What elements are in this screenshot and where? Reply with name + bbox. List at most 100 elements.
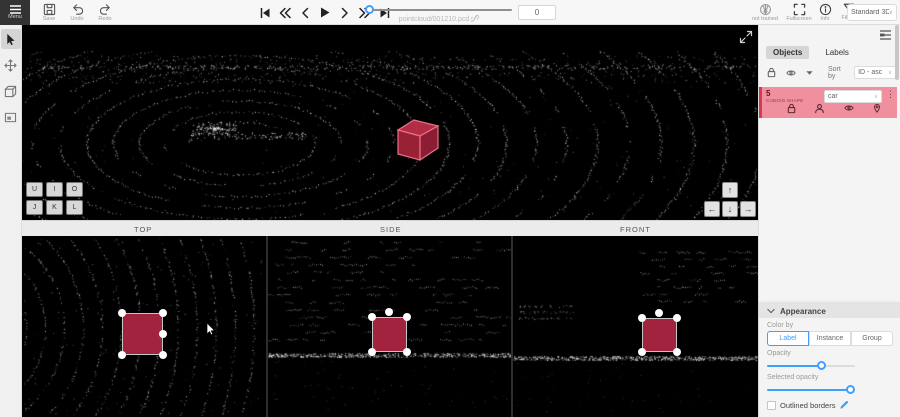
slider-fill xyxy=(767,365,822,367)
bbox-handle[interactable] xyxy=(673,348,681,356)
bbox-handle[interactable] xyxy=(159,330,167,338)
nav-right-button[interactable]: → xyxy=(740,201,756,217)
panel-tabs: Objects Labels xyxy=(766,44,856,60)
timeline-handle[interactable] xyxy=(365,5,374,14)
sort-select[interactable]: ID - asc ∨ xyxy=(854,66,896,79)
front-view-panel[interactable] xyxy=(513,236,758,417)
nav-up-button[interactable]: ↑ xyxy=(722,182,738,198)
bbox-handle[interactable] xyxy=(159,309,167,317)
key-j[interactable]: J xyxy=(26,200,43,215)
pointer-icon xyxy=(5,33,17,46)
side-view-panel[interactable] xyxy=(268,236,511,417)
top-toolbar: Menu Save Undo Redo xyxy=(0,0,900,25)
panel-menu-icon[interactable] xyxy=(879,29,892,41)
key-k[interactable]: K xyxy=(46,200,63,215)
bbox-handle[interactable] xyxy=(403,313,411,321)
bbox-handle[interactable] xyxy=(368,313,376,321)
cuboid-tool[interactable] xyxy=(1,81,21,101)
outlined-borders-checkbox[interactable] xyxy=(767,401,776,410)
brain-icon xyxy=(759,3,772,16)
object-author-icon[interactable] xyxy=(814,103,825,114)
side-view-label: SIDE xyxy=(380,225,402,234)
frame-number-input[interactable] xyxy=(518,5,556,20)
nav-left-button[interactable]: ← xyxy=(704,201,720,217)
selected-opacity-slider[interactable] xyxy=(767,386,855,394)
bbox-handle[interactable] xyxy=(118,309,126,317)
selected-cuboid-3d[interactable] xyxy=(393,110,443,164)
appearance-header[interactable]: Appearance xyxy=(759,304,900,318)
side-view-bbox[interactable] xyxy=(372,317,407,352)
select-tool[interactable] xyxy=(1,29,21,49)
slider-fill xyxy=(767,389,851,391)
bbox-handle[interactable] xyxy=(673,314,681,322)
fullscreen-button[interactable]: Fullscreen xyxy=(784,0,814,25)
expand-all-icon[interactable] xyxy=(805,69,814,77)
undo-button[interactable]: Undo xyxy=(64,0,90,25)
object-class-select[interactable]: car ∨ xyxy=(824,90,882,103)
opacity-slider[interactable] xyxy=(767,362,855,370)
prev-frame-button[interactable] xyxy=(298,6,311,19)
front-view-canvas[interactable] xyxy=(513,236,758,417)
save-label: Save xyxy=(43,17,56,23)
outlined-borders-row: Outlined borders xyxy=(767,400,900,410)
bbox-handle[interactable] xyxy=(118,351,126,359)
object-actions xyxy=(786,103,882,114)
opacity-slider-handle[interactable] xyxy=(817,361,826,370)
bbox-handle[interactable] xyxy=(638,348,646,356)
view-mode-select[interactable]: Standard 3D ∨ xyxy=(847,4,897,21)
visibility-all-icon[interactable] xyxy=(785,68,797,78)
next-frame-button[interactable] xyxy=(338,6,351,19)
not-trained-button[interactable]: not trained xyxy=(748,0,782,25)
move-tool[interactable] xyxy=(1,55,21,75)
key-o[interactable]: O xyxy=(66,182,83,197)
expand-view-icon[interactable] xyxy=(739,30,753,44)
filename-text: pointcloud/001210.pcd xyxy=(399,16,469,23)
menu-button[interactable]: Menu xyxy=(0,0,30,25)
color-by-label-button[interactable]: Label xyxy=(767,331,809,346)
bbox-handle[interactable] xyxy=(655,309,663,317)
fast-backward-button[interactable] xyxy=(278,6,291,19)
lock-all-icon[interactable] xyxy=(766,67,777,78)
tab-labels[interactable]: Labels xyxy=(818,46,856,59)
top-view-bbox[interactable] xyxy=(122,313,163,355)
info-button[interactable]: Info xyxy=(812,0,838,25)
main-3d-viewport[interactable]: U I O J K L ↑ ← ↓ → xyxy=(22,25,758,220)
save-button[interactable]: Save xyxy=(36,0,62,25)
bbox-handle[interactable] xyxy=(638,314,646,322)
object-row[interactable]: 5 CUBOID SHAPE car ∨ ⋮ xyxy=(759,87,897,118)
undo-icon xyxy=(71,3,84,16)
edit-pencil-icon[interactable] xyxy=(839,400,849,410)
selected-opacity-slider-handle[interactable] xyxy=(846,385,855,394)
object-visibility-icon[interactable] xyxy=(843,103,855,114)
object-pin-icon[interactable] xyxy=(872,103,882,114)
timeline-slider[interactable] xyxy=(366,8,512,12)
object-menu-icon[interactable]: ⋮ xyxy=(886,90,895,99)
object-lock-icon[interactable] xyxy=(786,103,797,114)
play-button[interactable] xyxy=(318,6,331,19)
bbox-handle[interactable] xyxy=(368,348,376,356)
color-by-group-button[interactable]: Group xyxy=(851,331,893,346)
image-context-tool[interactable] xyxy=(1,107,21,127)
link-icon[interactable] xyxy=(471,14,479,22)
key-u[interactable]: U xyxy=(26,182,43,197)
redo-button[interactable]: Redo xyxy=(92,0,118,25)
chevron-down-icon xyxy=(767,308,775,314)
color-by-instance-button[interactable]: Instance xyxy=(809,331,851,346)
bbox-handle[interactable] xyxy=(159,351,167,359)
front-view-bbox[interactable] xyxy=(642,318,677,352)
skip-first-button[interactable] xyxy=(258,6,271,19)
mouse-cursor xyxy=(206,322,217,336)
view-mode-value: Standard 3D xyxy=(851,9,889,16)
tab-objects[interactable]: Objects xyxy=(766,46,809,59)
bbox-handle[interactable] xyxy=(385,308,393,316)
pointcloud-canvas[interactable] xyxy=(22,25,758,220)
key-i[interactable]: I xyxy=(46,182,63,197)
nav-down-button[interactable]: ↓ xyxy=(722,201,738,217)
key-l[interactable]: L xyxy=(66,200,83,215)
panel-scrollbar[interactable] xyxy=(895,25,899,80)
tools-sidebar xyxy=(0,25,22,417)
info-icon xyxy=(819,3,832,16)
bbox-handle[interactable] xyxy=(403,348,411,356)
labeling-tool-window: Menu Save Undo Redo xyxy=(0,0,900,417)
top-view-panel[interactable] xyxy=(22,236,266,417)
